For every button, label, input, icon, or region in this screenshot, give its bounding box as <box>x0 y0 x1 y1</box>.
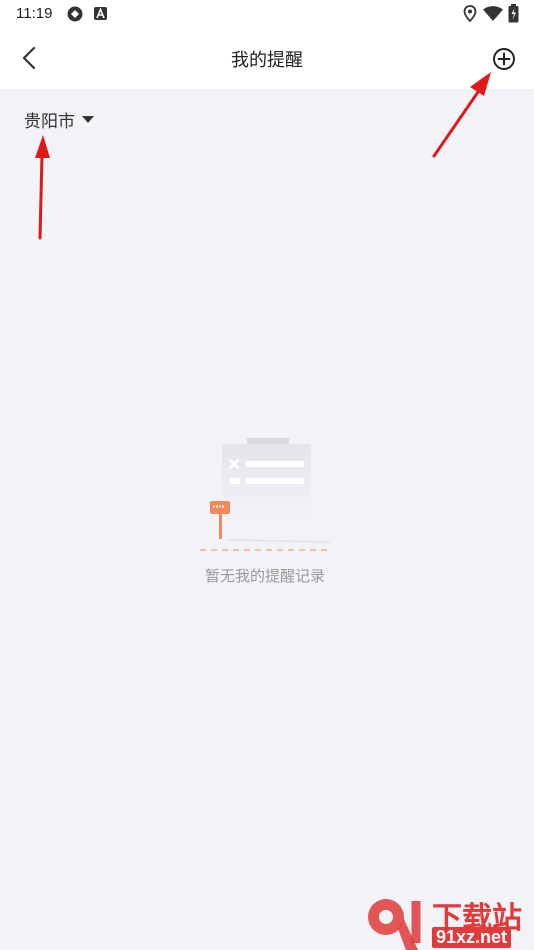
page-title: 我的提醒 <box>231 50 303 71</box>
a-badge-icon <box>94 7 107 20</box>
plus-circle-icon <box>493 48 515 70</box>
watermark-domain: 91xz.net <box>432 927 512 948</box>
city-selector[interactable]: 贵阳市 <box>24 107 94 132</box>
watermark-logo <box>368 899 421 950</box>
battery-icon <box>508 4 519 23</box>
location-icon <box>463 5 477 23</box>
caret-down-icon <box>82 116 94 123</box>
empty-message: 暂无我的提醒记录 <box>205 567 326 585</box>
sync-icon <box>67 6 83 22</box>
city-label: 贵阳市 <box>24 112 75 132</box>
status-time: 11:19 <box>16 5 53 22</box>
nav-bar: 我的提醒 <box>0 28 534 89</box>
wifi-icon <box>483 6 503 21</box>
add-reminder-button[interactable] <box>488 43 520 75</box>
status-bar: 11:19 <box>0 0 534 28</box>
watermark: 下载站 91xz.net <box>362 893 534 950</box>
arrow-to-city-selector <box>35 135 50 240</box>
empty-illustration <box>200 438 332 551</box>
